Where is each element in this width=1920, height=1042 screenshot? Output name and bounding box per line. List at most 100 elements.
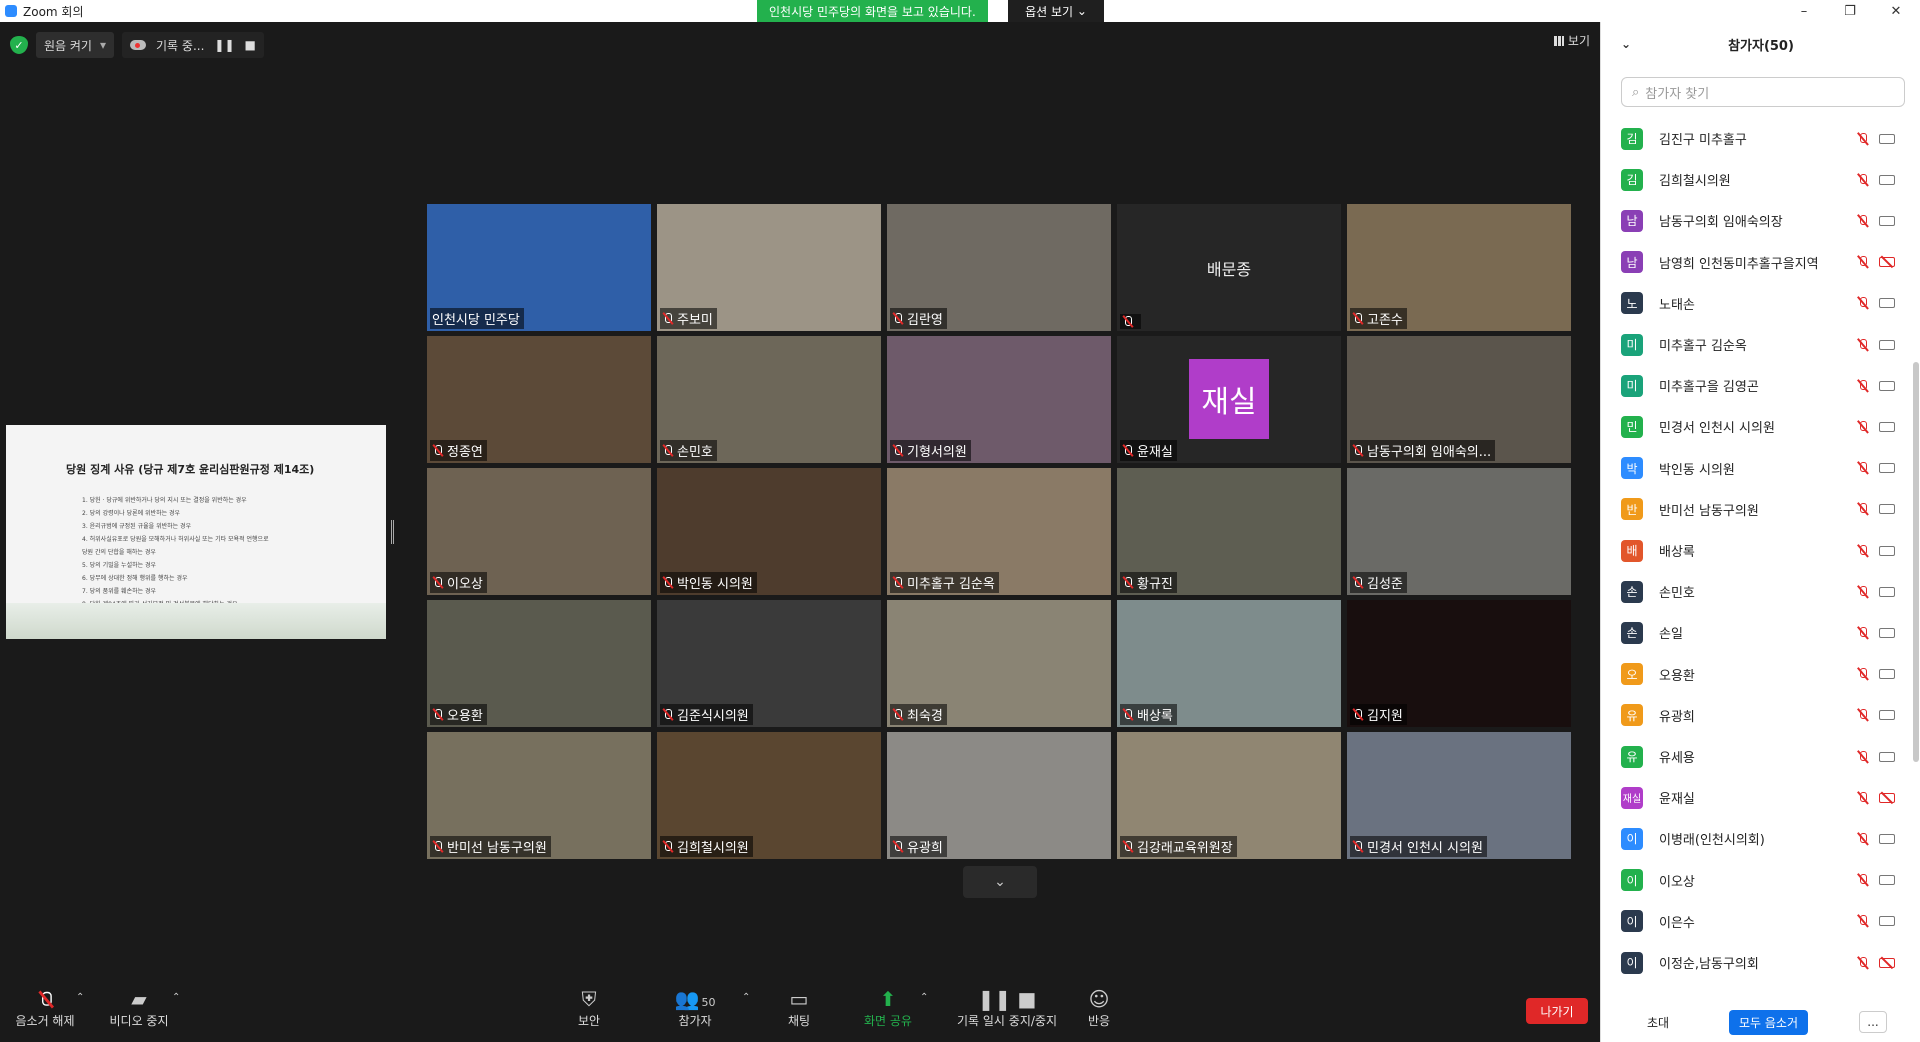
participant-row[interactable]: 노 노태손 <box>1601 283 1915 324</box>
reactions-button[interactable]: ☺ 반응 <box>1054 986 1144 1029</box>
video-camera-icon[interactable] <box>1879 339 1895 350</box>
leave-button[interactable]: 나가기 <box>1526 998 1588 1024</box>
video-camera-icon[interactable] <box>1879 174 1895 185</box>
pause-record-icon[interactable]: ❚❚ <box>214 38 234 52</box>
chevron-down-icon[interactable]: ▾ <box>100 38 106 52</box>
shared-screen-view[interactable]: 당원 징계 사유 (당규 제7호 윤리심판원규정 제14조) 1. 당헌 · 당… <box>6 425 386 639</box>
video-camera-icon[interactable] <box>1879 916 1895 927</box>
pause-stop-recording-button[interactable]: ❚❚ ■ 기록 일시 중지/중지 <box>952 986 1062 1029</box>
participant-row[interactable]: 이 이정순,남동구의회 <box>1601 942 1915 983</box>
video-camera-icon[interactable] <box>1879 586 1895 597</box>
video-camera-icon[interactable] <box>1879 875 1895 886</box>
participant-row[interactable]: 반 반미선 남동구의원 <box>1601 489 1915 530</box>
video-tile[interactable]: 배문종 <box>1117 204 1341 331</box>
participant-row[interactable]: 유 유세용 <box>1601 736 1915 777</box>
video-off-icon[interactable] <box>1879 792 1895 803</box>
video-camera-icon[interactable] <box>1879 710 1895 721</box>
minimize-button[interactable]: – <box>1784 0 1824 22</box>
stop-video-button[interactable]: ▰ 비디오 중지 <box>94 986 184 1029</box>
video-camera-icon[interactable] <box>1879 751 1895 762</box>
mic-muted-icon[interactable] <box>1857 379 1869 393</box>
original-sound-toggle[interactable]: 원음 켜기 ▾ <box>36 32 115 58</box>
mute-all-button[interactable]: 모두 음소거 <box>1729 1009 1809 1035</box>
video-tile[interactable]: 김강래교육위원장 <box>1117 732 1341 859</box>
video-camera-icon[interactable] <box>1879 463 1895 474</box>
chevron-down-icon[interactable]: ⌄ <box>963 866 1037 898</box>
close-button[interactable]: ✕ <box>1876 0 1916 22</box>
participant-row[interactable]: 손 손민호 <box>1601 571 1915 612</box>
video-tile[interactable]: 이오상 <box>427 468 651 595</box>
video-tile[interactable]: 김준식시의원 <box>657 600 881 727</box>
video-tile[interactable]: 미추홀구 김순옥 <box>887 468 1111 595</box>
video-tile[interactable]: 최숙경 <box>887 600 1111 727</box>
mic-muted-icon[interactable] <box>1857 173 1869 187</box>
participant-row[interactable]: 이 이병래(인천시의회) <box>1601 818 1915 859</box>
participant-row[interactable]: 오 오용환 <box>1601 654 1915 695</box>
video-options-caret[interactable]: ⌃ <box>172 992 180 1003</box>
mic-muted-icon[interactable] <box>1857 791 1869 805</box>
participant-row[interactable]: 재실 윤재실 <box>1601 777 1915 818</box>
mic-muted-icon[interactable] <box>1857 338 1869 352</box>
video-camera-icon[interactable] <box>1879 669 1895 680</box>
video-tile[interactable]: 김지원 <box>1347 600 1571 727</box>
video-tile[interactable]: 재실 윤재실 <box>1117 336 1341 463</box>
mic-muted-icon[interactable] <box>1857 873 1869 887</box>
video-tile[interactable]: 기형서의원 <box>887 336 1111 463</box>
view-button[interactable]: 보기 <box>1553 32 1590 49</box>
participant-row[interactable]: 김 김진구 미추홀구 <box>1601 118 1915 159</box>
video-tile[interactable]: 인천시당 민주당 <box>427 204 651 331</box>
audio-options-caret[interactable]: ⌃ <box>76 992 84 1003</box>
mic-muted-icon[interactable] <box>1857 461 1869 475</box>
mic-muted-icon[interactable] <box>1857 832 1869 846</box>
chat-button[interactable]: ▭ 채팅 <box>754 986 844 1029</box>
participant-search-input[interactable]: ⌕ 참가자 찾기 <box>1621 77 1905 107</box>
mic-muted-icon[interactable] <box>1857 296 1869 310</box>
more-options-button[interactable]: ... <box>1859 1011 1887 1033</box>
video-tile[interactable]: 주보미 <box>657 204 881 331</box>
security-button[interactable]: ⛨ 보안 <box>544 986 634 1029</box>
invite-button[interactable]: 초대 <box>1647 1014 1669 1031</box>
participant-row[interactable]: 남 남영희 인천동미추홀구을지역 <box>1601 242 1915 283</box>
participant-row[interactable]: 손 손일 <box>1601 612 1915 653</box>
video-camera-icon[interactable] <box>1879 215 1895 226</box>
video-tile[interactable]: 남동구의회 임애숙의... <box>1347 336 1571 463</box>
mic-muted-icon[interactable] <box>1857 667 1869 681</box>
participant-row[interactable]: 배 배상록 <box>1601 530 1915 571</box>
scrollbar[interactable] <box>1913 362 1919 762</box>
mic-muted-icon[interactable] <box>1857 420 1869 434</box>
video-camera-icon[interactable] <box>1879 504 1895 515</box>
participant-row[interactable]: 박 박인동 시의원 <box>1601 448 1915 489</box>
mic-muted-icon[interactable] <box>1857 132 1869 146</box>
video-tile[interactable]: 손민호 <box>657 336 881 463</box>
video-off-icon[interactable] <box>1879 957 1895 968</box>
video-tile[interactable]: 반미선 남동구의원 <box>427 732 651 859</box>
participant-row[interactable]: 민 민경서 인천시 시의원 <box>1601 406 1915 447</box>
mic-muted-icon[interactable] <box>1857 585 1869 599</box>
video-tile[interactable]: 박인동 시의원 <box>657 468 881 595</box>
video-tile[interactable]: 김란영 <box>887 204 1111 331</box>
video-camera-icon[interactable] <box>1879 833 1895 844</box>
video-camera-icon[interactable] <box>1879 545 1895 556</box>
video-camera-icon[interactable] <box>1879 380 1895 391</box>
video-tile[interactable]: 김성준 <box>1347 468 1571 595</box>
video-tile[interactable]: 유광희 <box>887 732 1111 859</box>
participants-options-caret[interactable]: ⌃ <box>742 992 750 1003</box>
video-tile[interactable]: 김희철시의원 <box>657 732 881 859</box>
mic-muted-icon[interactable] <box>1857 750 1869 764</box>
mic-muted-icon[interactable] <box>1857 914 1869 928</box>
mic-muted-icon[interactable] <box>1857 544 1869 558</box>
video-tile[interactable]: 정종연 <box>427 336 651 463</box>
maximize-button[interactable]: ❐ <box>1830 0 1870 22</box>
video-camera-icon[interactable] <box>1879 133 1895 144</box>
mic-muted-icon[interactable] <box>1857 255 1869 269</box>
participant-row[interactable]: 이 이은수 <box>1601 901 1915 942</box>
mic-muted-icon[interactable] <box>1857 502 1869 516</box>
mic-muted-icon[interactable] <box>1857 214 1869 228</box>
stop-record-icon[interactable]: ■ <box>245 38 256 52</box>
share-options-caret[interactable]: ⌃ <box>920 992 928 1003</box>
mic-muted-icon[interactable] <box>1857 626 1869 640</box>
security-shield-icon[interactable]: ✓ <box>10 36 28 54</box>
collapse-panel-icon[interactable]: ⌄ <box>1621 37 1631 51</box>
video-tile[interactable]: 황규진 <box>1117 468 1341 595</box>
splitter-handle[interactable] <box>391 520 394 544</box>
